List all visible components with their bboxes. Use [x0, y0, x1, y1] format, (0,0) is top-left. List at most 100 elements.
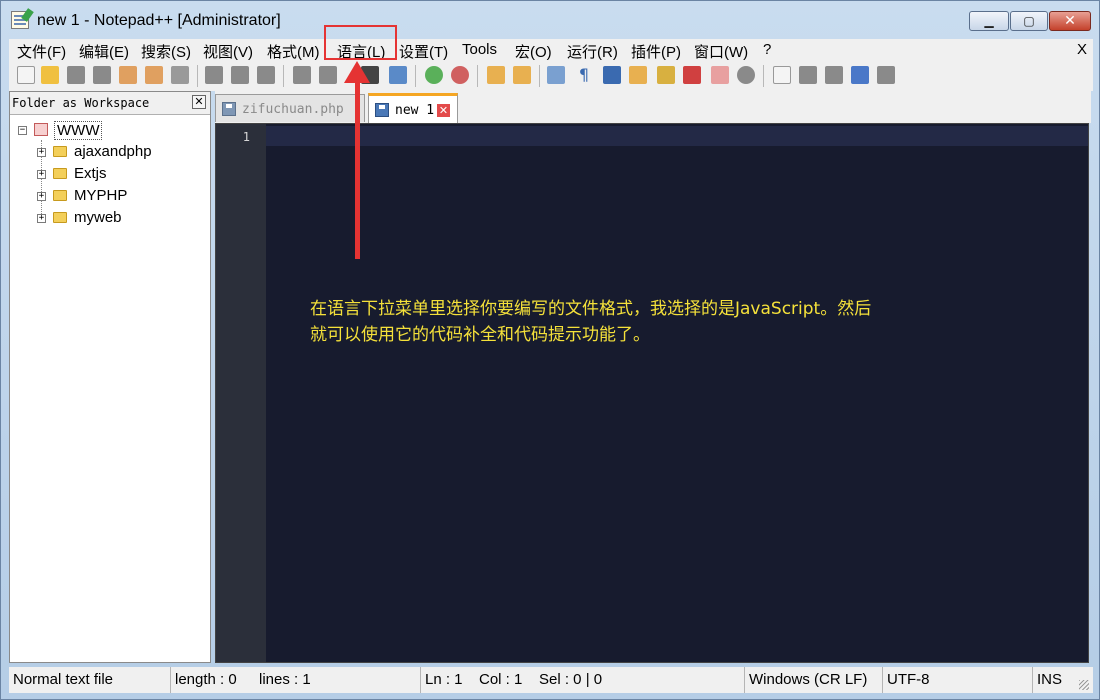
menu-search[interactable]: 搜索(S)	[141, 41, 191, 62]
annotation-line-2: 就可以使用它的代码补全和代码提示功能了。	[310, 325, 650, 345]
user-language-icon[interactable]	[629, 66, 647, 84]
toolbar-separator	[477, 65, 478, 87]
status-lines: lines : 1	[255, 667, 421, 693]
status-line: Ln : 1	[425, 671, 463, 688]
tree-item-myweb[interactable]: + myweb	[36, 208, 206, 228]
tree-item-label: MYPHP	[74, 187, 128, 204]
tab-zifuchuan-php[interactable]: zifuchuan.php	[215, 94, 365, 122]
show-all-characters-icon[interactable]: ¶	[575, 66, 593, 84]
close-all-icon[interactable]	[145, 66, 163, 84]
save-icon[interactable]	[67, 66, 85, 84]
status-bar: Normal text file length : 0 lines : 1 Ln…	[9, 667, 1093, 693]
menu-edit[interactable]: 编辑(E)	[79, 41, 129, 62]
word-wrap-icon[interactable]	[547, 66, 565, 84]
tab-new-1[interactable]: new 1 ✕	[368, 93, 458, 123]
panel-title: Folder as Workspace	[12, 96, 150, 110]
maximize-button[interactable]: ▢	[1010, 11, 1048, 31]
line-number-gutter: 1	[216, 124, 266, 662]
close-file-icon[interactable]	[119, 66, 137, 84]
stop-macro-icon[interactable]	[799, 66, 817, 84]
menu-macro[interactable]: 宏(O)	[515, 41, 552, 62]
window-title: new 1 - Notepad++ [Administrator]	[37, 12, 281, 29]
tree-item-label: Extjs	[74, 165, 107, 182]
minimize-button[interactable]: ▁	[969, 11, 1009, 31]
status-eol: Windows (CR LF)	[745, 667, 883, 693]
tree-root-www[interactable]: − WWW	[16, 120, 206, 140]
status-length: length : 0	[175, 671, 237, 688]
monitoring-icon[interactable]	[737, 66, 755, 84]
status-encoding: UTF-8	[883, 667, 1033, 693]
callout-arrow-shaft	[355, 75, 360, 259]
expand-icon[interactable]: +	[37, 148, 46, 157]
folder-icon	[53, 146, 67, 157]
menu-tools[interactable]: Tools	[462, 41, 497, 58]
status-selection: Sel : 0 | 0	[535, 667, 745, 693]
current-line-highlight	[266, 126, 1088, 146]
sync-horizontal-icon[interactable]	[513, 66, 531, 84]
print-icon[interactable]	[171, 66, 189, 84]
paste-icon[interactable]	[257, 66, 275, 84]
folder-workspace-header: Folder as Workspace ✕	[10, 92, 210, 115]
resize-grip-icon[interactable]	[1079, 680, 1089, 690]
toolbar-separator	[197, 65, 198, 87]
tree-item-ajaxandphp[interactable]: + ajaxandphp	[36, 142, 206, 162]
status-insert-mode: INS	[1037, 671, 1063, 688]
run-macro-multiple-icon[interactable]	[851, 66, 869, 84]
collapse-icon[interactable]: −	[18, 126, 27, 135]
menu-settings[interactable]: 设置(T)	[399, 41, 448, 62]
menu-file[interactable]: 文件(F)	[17, 41, 66, 62]
menu-run[interactable]: 运行(R)	[567, 41, 618, 62]
menu-window[interactable]: 窗口(W)	[694, 41, 748, 62]
menu-plugins[interactable]: 插件(P)	[631, 41, 681, 62]
tab-close-icon[interactable]: ✕	[437, 104, 450, 117]
doc-map-icon[interactable]	[657, 66, 675, 84]
zoom-in-icon[interactable]	[425, 66, 443, 84]
menu-format[interactable]: 格式(M)	[267, 41, 320, 62]
record-macro-icon[interactable]	[773, 66, 791, 84]
replace-icon[interactable]	[389, 66, 407, 84]
annotation-text: 在语言下拉菜单里选择你要编写的文件格式，我选择的是JavaScript。然后 就…	[310, 296, 1010, 348]
copy-icon[interactable]	[231, 66, 249, 84]
status-column: Col : 1	[479, 671, 523, 688]
folder-workspace-icon[interactable]	[711, 66, 729, 84]
expand-icon[interactable]: +	[37, 192, 46, 201]
panel-close-icon[interactable]: ✕	[192, 95, 206, 109]
title-bar[interactable]: new 1 - Notepad++ [Administrator] ▁ ▢ ✕	[1, 1, 1099, 39]
expand-icon[interactable]: +	[37, 214, 46, 223]
play-macro-icon[interactable]	[825, 66, 843, 84]
folder-icon	[53, 212, 67, 223]
tree-item-extjs[interactable]: + Extjs	[36, 164, 206, 184]
close-window-button[interactable]: ✕	[1049, 11, 1091, 31]
tree-root-label: WWW	[54, 121, 103, 140]
tab-label: zifuchuan.php	[242, 102, 344, 117]
tree-item-myphp[interactable]: + MYPHP	[36, 186, 206, 206]
cut-icon[interactable]	[205, 66, 223, 84]
redo-icon[interactable]	[319, 66, 337, 84]
toolbar-separator	[415, 65, 416, 87]
language-menu-highlight-box	[324, 25, 397, 60]
folder-icon	[53, 168, 67, 179]
line-number: 1	[242, 130, 250, 144]
tab-bar: zifuchuan.php new 1 ✕	[215, 91, 1091, 123]
sync-vertical-icon[interactable]	[487, 66, 505, 84]
unsaved-file-icon	[375, 103, 389, 117]
menu-bar: 文件(F) 编辑(E) 搜索(S) 视图(V) 格式(M) 语言(L) 设置(T…	[9, 39, 1093, 61]
workspace-root-icon	[34, 123, 48, 136]
function-list-icon[interactable]	[683, 66, 701, 84]
annotation-line-1: 在语言下拉菜单里选择你要编写的文件格式，我选择的是JavaScript。然后	[310, 299, 872, 319]
zoom-out-icon[interactable]	[451, 66, 469, 84]
editor-area[interactable]: 1 在语言下拉菜单里选择你要编写的文件格式，我选择的是JavaScript。然后…	[215, 123, 1089, 663]
close-document-button[interactable]: X	[1077, 41, 1087, 58]
toolbar-separator	[763, 65, 764, 87]
open-file-icon[interactable]	[41, 66, 59, 84]
tree-item-label: myweb	[74, 209, 122, 226]
indent-guide-icon[interactable]	[603, 66, 621, 84]
save-all-icon[interactable]	[93, 66, 111, 84]
undo-icon[interactable]	[293, 66, 311, 84]
status-file-type: Normal text file	[9, 667, 171, 693]
save-macro-icon[interactable]	[877, 66, 895, 84]
new-file-icon[interactable]	[17, 66, 35, 84]
menu-help[interactable]: ?	[763, 41, 771, 58]
expand-icon[interactable]: +	[37, 170, 46, 179]
menu-view[interactable]: 视图(V)	[203, 41, 253, 62]
